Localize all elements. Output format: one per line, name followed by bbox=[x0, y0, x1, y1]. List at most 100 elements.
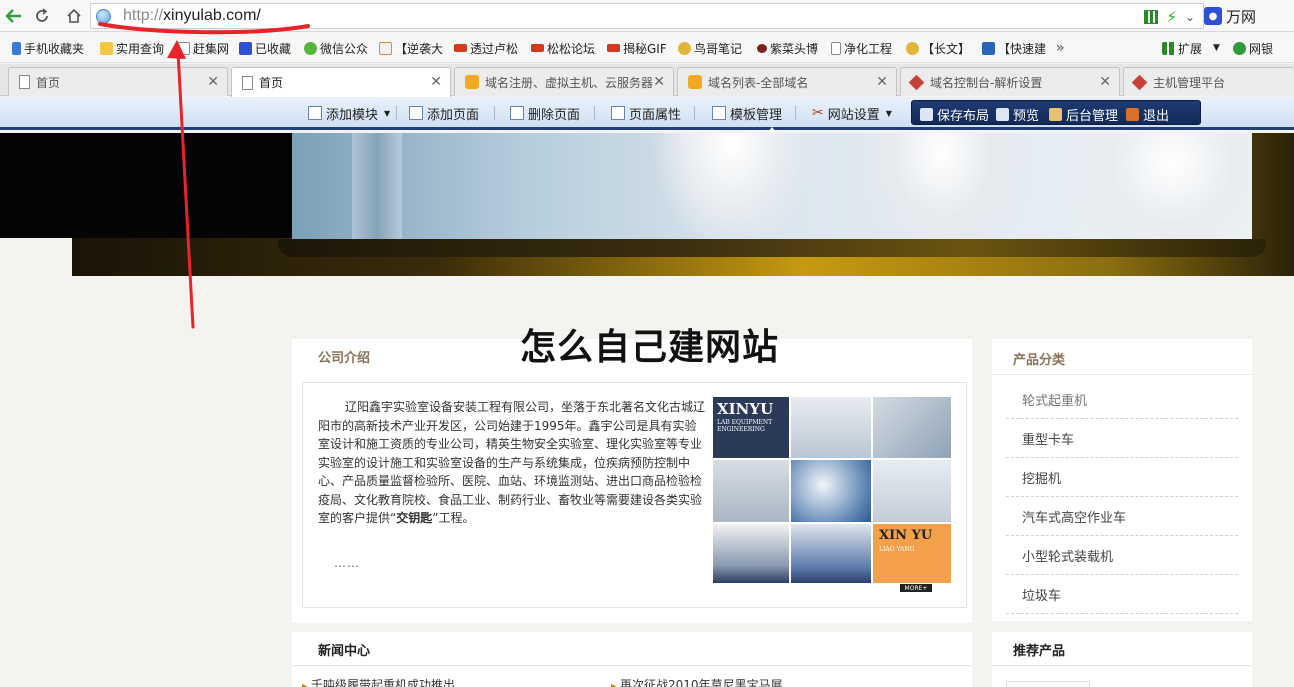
phone-icon bbox=[12, 41, 21, 55]
banner-lab-photo bbox=[292, 133, 1252, 239]
tab-label: 域名控制台-解析设置 bbox=[930, 75, 1043, 90]
page-icon bbox=[242, 75, 253, 90]
bookmark-item[interactable]: 赶集网 bbox=[177, 39, 229, 57]
bookmark-label: 实用查询 bbox=[116, 41, 165, 56]
url-text[interactable]: http://xinyulab.com/ bbox=[123, 7, 261, 25]
category-item[interactable]: 挖掘机 bbox=[1006, 458, 1238, 497]
admin-icon bbox=[1049, 108, 1062, 121]
recommend-title: 推荐产品 bbox=[1013, 644, 1066, 659]
close-icon[interactable]: ✕ bbox=[1099, 74, 1111, 90]
back-button[interactable] bbox=[2, 5, 26, 27]
category-item[interactable]: 垃圾车 bbox=[1006, 575, 1238, 614]
news-item[interactable]: 千吨级履带起重机成功推出 bbox=[302, 676, 455, 687]
collage-brand-tile: XIN YU LIAO YANG bbox=[873, 524, 951, 583]
about-more-button[interactable]: MORE+ bbox=[900, 584, 932, 592]
url-protocol: http:// bbox=[123, 7, 164, 24]
headline-overlay: 怎么自己建网站 bbox=[520, 327, 780, 368]
close-icon[interactable]: ✕ bbox=[876, 74, 888, 90]
bookmark-item[interactable]: 净化工程 bbox=[831, 39, 892, 57]
tab-label: 主机管理平台 bbox=[1153, 75, 1226, 90]
close-icon[interactable]: ✕ bbox=[430, 74, 442, 90]
category-item[interactable]: 轮式起重机 bbox=[1006, 380, 1238, 419]
search-engine-label: 万网 bbox=[1226, 7, 1257, 26]
collage-photo bbox=[791, 524, 871, 583]
address-bar: http://xinyulab.com/ ⚡ ⌄ ● 万网 bbox=[0, 0, 1294, 32]
bookmark-item[interactable]: 实用查询 bbox=[100, 39, 164, 57]
add-page-button[interactable]: 添加页面 bbox=[409, 103, 479, 123]
bookmark-item[interactable]: 已收藏 bbox=[239, 39, 291, 57]
category-item[interactable]: 重型卡车 bbox=[1006, 419, 1238, 458]
person-icon bbox=[906, 41, 919, 55]
refresh-icon bbox=[36, 8, 48, 22]
about-text-end: ”工程。 bbox=[432, 511, 475, 525]
add-module-button[interactable]: 添加模块 ▼ bbox=[308, 103, 390, 123]
category-item[interactable]: 小型轮式装载机 bbox=[1006, 536, 1238, 575]
logout-icon bbox=[1126, 108, 1139, 121]
save-icon bbox=[920, 108, 933, 121]
bookmark-label: 紫菜头博 bbox=[770, 41, 819, 56]
collage-photo bbox=[791, 397, 871, 458]
logout-button[interactable]: 退出 bbox=[1126, 105, 1169, 124]
bookmark-item[interactable]: 揭秘GIF bbox=[607, 39, 667, 57]
close-icon[interactable]: ✕ bbox=[207, 74, 219, 90]
tab-domain-list[interactable]: 域名列表-全部域名 ✕ bbox=[677, 67, 897, 96]
preview-icon bbox=[996, 108, 1009, 121]
bookmark-item[interactable]: 【快速建 bbox=[982, 39, 1046, 57]
bookmark-item[interactable]: 透过卢松 bbox=[454, 39, 518, 57]
search-engine-selector[interactable]: ● 万网 bbox=[1204, 5, 1284, 27]
add-module-label: 添加模块 bbox=[326, 107, 379, 123]
tab-host-admin[interactable]: 主机管理平台 bbox=[1123, 67, 1294, 96]
toolbar-divider bbox=[694, 106, 695, 120]
page-properties-button[interactable]: 页面属性 bbox=[611, 103, 681, 123]
bookmark-label: 【逆袭大 bbox=[395, 41, 444, 56]
bookmark-item[interactable]: 【逆袭大 bbox=[379, 39, 443, 57]
tab-home-1[interactable]: 首页 ✕ bbox=[8, 67, 228, 96]
bookmark-label: 【快速建 bbox=[998, 41, 1047, 56]
home-button[interactable] bbox=[62, 5, 86, 27]
refresh-button[interactable] bbox=[30, 5, 54, 27]
lightning-icon[interactable]: ⚡ bbox=[1166, 8, 1177, 26]
bookmark-item[interactable]: 【长文】 bbox=[906, 39, 970, 57]
delete-page-button[interactable]: 删除页面 bbox=[510, 103, 580, 123]
yen-icon bbox=[1233, 41, 1246, 55]
bookmark-label: 【长文】 bbox=[922, 41, 971, 56]
admin-button[interactable]: 后台管理 bbox=[1049, 105, 1118, 124]
tab-label: 首页 bbox=[259, 76, 284, 90]
save-layout-button[interactable]: 保存布局 bbox=[920, 105, 989, 124]
bookmark-item[interactable]: 手机收藏夹 bbox=[12, 39, 84, 57]
banner-inner-rim bbox=[278, 239, 1266, 257]
bookmark-item[interactable]: 紫菜头博 bbox=[757, 39, 818, 57]
url-input[interactable]: http://xinyulab.com/ ⚡ ⌄ bbox=[90, 3, 1204, 29]
chevron-down-icon: ▼ bbox=[1213, 43, 1220, 53]
extensions-button[interactable]: 扩展 ▼ bbox=[1162, 39, 1220, 57]
admin-label: 后台管理 bbox=[1066, 109, 1119, 124]
news-item[interactable]: 再次征战2010年莫尼黑宝马展 bbox=[611, 676, 783, 687]
tab-dns-console[interactable]: 域名控制台-解析设置 ✕ bbox=[900, 67, 1120, 96]
toolbar-divider bbox=[396, 106, 397, 120]
template-management-button[interactable]: 模板管理 bbox=[712, 103, 782, 123]
beetle-icon bbox=[757, 43, 767, 53]
tab-home-2[interactable]: 首页 ✕ bbox=[231, 67, 451, 97]
close-icon[interactable]: ✕ bbox=[653, 74, 665, 90]
recommend-thumbnail[interactable] bbox=[1006, 681, 1090, 687]
bookmark-item[interactable]: 松松论坛 bbox=[531, 39, 595, 57]
qrcode-icon[interactable] bbox=[1144, 10, 1159, 24]
collage-brand-text: XIN YU bbox=[879, 528, 933, 543]
site-banner bbox=[0, 133, 1294, 278]
site-settings-button[interactable]: ✂ 网站设置 ▼ bbox=[812, 103, 892, 123]
tab-label: 域名注册、虚拟主机、云服务器 bbox=[485, 75, 654, 90]
bookmark-item[interactable]: 鸟哥笔记 bbox=[678, 39, 742, 57]
bookmark-item[interactable]: 微信公众 bbox=[304, 39, 368, 57]
folder-icon bbox=[100, 41, 113, 55]
toolbar-collapse-icon[interactable] bbox=[768, 127, 776, 132]
bird-icon bbox=[607, 44, 620, 52]
bookmarks-overflow-button[interactable]: » bbox=[1056, 39, 1065, 57]
preview-button[interactable]: 预览 bbox=[996, 105, 1039, 124]
bookmark-label: 赶集网 bbox=[193, 41, 230, 56]
add-page-icon bbox=[409, 106, 423, 120]
tab-domain-register[interactable]: 域名注册、虚拟主机、云服务器 ✕ bbox=[454, 67, 674, 96]
preview-label: 预览 bbox=[1013, 109, 1040, 124]
chevron-down-icon[interactable]: ⌄ bbox=[1185, 10, 1195, 24]
bank-button[interactable]: 网银 bbox=[1233, 39, 1273, 57]
category-item[interactable]: 汽车式高空作业车 bbox=[1006, 497, 1238, 536]
